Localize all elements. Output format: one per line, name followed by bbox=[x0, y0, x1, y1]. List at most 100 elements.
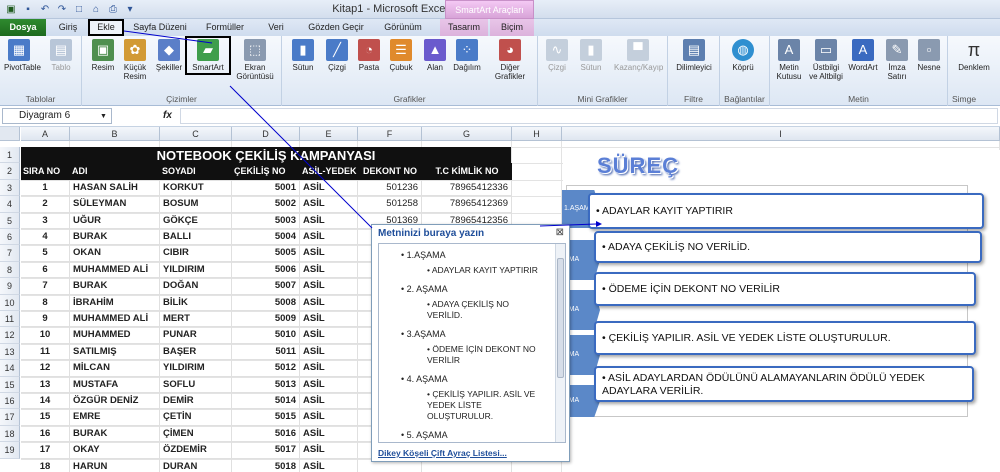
table-cell[interactable]: ASİL bbox=[300, 196, 358, 213]
smartart-button[interactable]: ▰ SmartArt bbox=[185, 36, 231, 75]
textbox-button[interactable]: A Metin Kutusu bbox=[774, 39, 804, 81]
select-all-corner[interactable] bbox=[0, 127, 20, 141]
table-cell[interactable]: EMRE bbox=[70, 409, 160, 426]
table-cell[interactable]: 5011 bbox=[232, 343, 300, 361]
table-cell[interactable]: PUNAR bbox=[160, 327, 232, 344]
table-cell[interactable]: ASİL bbox=[300, 311, 358, 328]
table-cell[interactable]: 5012 bbox=[232, 360, 300, 377]
smartart-heading[interactable]: SÜREÇ bbox=[597, 153, 679, 179]
column-header-e[interactable]: E bbox=[300, 127, 358, 141]
area-chart-button[interactable]: ▲ Alan bbox=[420, 39, 450, 72]
name-box[interactable]: Diyagram 6 bbox=[2, 108, 112, 124]
table-cell[interactable]: 5001 bbox=[232, 179, 300, 197]
column-header-d[interactable]: D bbox=[232, 127, 300, 141]
equation-button[interactable]: π Denklem bbox=[954, 39, 994, 72]
row-header-9[interactable]: 9 bbox=[0, 278, 20, 295]
table-cell[interactable]: 5015 bbox=[232, 409, 300, 426]
table-cell[interactable]: ASİL bbox=[300, 343, 358, 361]
table-cell[interactable]: 11 bbox=[21, 343, 70, 361]
table-cell[interactable]: MUHAMMED ALİ bbox=[70, 261, 160, 279]
column-header-i[interactable]: I bbox=[562, 127, 1000, 141]
row-header-3[interactable]: 3 bbox=[0, 179, 20, 197]
smartart-text-pane[interactable]: Metninizi buraya yazın ⊠ • 1.AŞAMA • ADAY… bbox=[371, 224, 570, 462]
table-cell[interactable]: ÖZGÜR DENİZ bbox=[70, 393, 160, 410]
row-header-12[interactable]: 12 bbox=[0, 327, 20, 344]
row-header-11[interactable]: 11 bbox=[0, 311, 20, 328]
table-cell[interactable]: HASAN SALİH bbox=[70, 179, 160, 197]
table-cell[interactable]: 5007 bbox=[232, 278, 300, 295]
table-cell[interactable]: 5014 bbox=[232, 393, 300, 410]
close-icon[interactable]: ⊠ bbox=[556, 227, 564, 238]
text-pane-scrollbar[interactable] bbox=[555, 244, 565, 442]
fx-icon[interactable]: fx bbox=[163, 110, 172, 121]
table-cell[interactable]: 5013 bbox=[232, 376, 300, 393]
shapes-button[interactable]: ◆ Şekiller bbox=[154, 39, 184, 72]
table-cell[interactable]: 5004 bbox=[232, 229, 300, 246]
table-cell[interactable]: 5017 bbox=[232, 442, 300, 459]
text-pane-level2-item[interactable]: • ADAYA ÇEKİLİŞ NO VERİLİD. bbox=[427, 299, 545, 321]
table-cell[interactable]: ASİL bbox=[300, 376, 358, 393]
row-header-10[interactable]: 10 bbox=[0, 294, 20, 311]
text-pane-level1-item[interactable]: • 3.AŞAMA bbox=[401, 329, 446, 339]
table-cell[interactable]: 5018 bbox=[232, 458, 300, 472]
table-cell[interactable]: UĞUR bbox=[70, 212, 160, 229]
table-cell[interactable]: ASİL bbox=[300, 442, 358, 459]
row-header-19[interactable]: 19 bbox=[0, 442, 20, 459]
text-pane-level2-item[interactable]: • ÇEKİLİŞ YAPILIR. ASİL VE YEDEK LİSTE O… bbox=[427, 389, 545, 422]
table-cell[interactable]: ASİL bbox=[300, 179, 358, 197]
smartart-step-box[interactable]: • ÇEKİLİŞ YAPILIR. ASİL VE YEDEK LİSTE O… bbox=[594, 321, 976, 355]
text-pane-level2-item[interactable]: • ADAYLAR KAYIT YAPTIRIR bbox=[427, 265, 545, 276]
row-header-5[interactable]: 5 bbox=[0, 212, 20, 229]
table-cell[interactable]: İBRAHİM bbox=[70, 294, 160, 311]
tab-format[interactable]: Biçim bbox=[490, 19, 534, 36]
table-cell[interactable]: 3 bbox=[21, 212, 70, 229]
header-cell[interactable]: T.C KİMLİK NO bbox=[422, 163, 512, 180]
table-cell[interactable]: ASİL bbox=[300, 425, 358, 443]
table-cell[interactable]: BİLİK bbox=[160, 294, 232, 311]
column-header-c[interactable]: C bbox=[160, 127, 232, 141]
sparkline-column-button[interactable]: ▮ Sütun bbox=[576, 39, 606, 72]
table-cell[interactable]: OKAN bbox=[70, 245, 160, 262]
tab-design[interactable]: Tasarım bbox=[440, 19, 488, 36]
header-cell[interactable]: SOYADI bbox=[160, 163, 232, 180]
scrollbar-thumb[interactable] bbox=[557, 258, 564, 378]
table-cell[interactable]: BURAK bbox=[70, 278, 160, 295]
hyperlink-button[interactable]: ◍ Köprü bbox=[728, 39, 758, 72]
picture-button[interactable]: ▣ Resim bbox=[88, 39, 118, 72]
table-cell[interactable]: DEMİR bbox=[160, 393, 232, 410]
text-pane-level2-item[interactable]: • ÖDEME İÇİN DEKONT NO VERİLİR bbox=[427, 344, 545, 366]
tab-formulas[interactable]: Formüller bbox=[196, 19, 254, 36]
formula-input[interactable] bbox=[180, 108, 998, 124]
table-cell[interactable]: 5 bbox=[21, 245, 70, 262]
header-cell[interactable]: ASİL-YEDEK bbox=[300, 163, 358, 180]
table-cell[interactable]: MUSTAFA bbox=[70, 376, 160, 393]
column-chart-button[interactable]: ▮ Sütun bbox=[288, 39, 318, 72]
table-cell[interactable]: 78965412369 bbox=[422, 196, 512, 213]
text-pane-list[interactable]: • 1.AŞAMA • ADAYLAR KAYIT YAPTIRIR • 2. AŞ… bbox=[378, 243, 566, 443]
other-charts-button[interactable]: ◕ Diğer Grafikler bbox=[492, 39, 528, 81]
table-cell[interactable]: MUHAMMED bbox=[70, 327, 160, 344]
table-cell[interactable]: 5016 bbox=[232, 425, 300, 443]
table-cell[interactable]: MİLCAN bbox=[70, 360, 160, 377]
header-cell[interactable]: ADI bbox=[70, 163, 160, 180]
slicer-button[interactable]: ▤ Dilimleyici bbox=[672, 39, 716, 72]
table-cell[interactable]: MUHAMMED ALİ bbox=[70, 311, 160, 328]
header-cell[interactable]: ÇEKİLİŞ NO bbox=[232, 163, 300, 180]
table-cell[interactable]: BALLI bbox=[160, 229, 232, 246]
tab-page-layout[interactable]: Sayfa Düzeni bbox=[128, 19, 192, 36]
table-cell[interactable]: ÇETİN bbox=[160, 409, 232, 426]
table-cell[interactable]: ASİL bbox=[300, 458, 358, 472]
table-cell[interactable]: ASİL bbox=[300, 278, 358, 295]
table-cell[interactable]: ÖZDEMİR bbox=[160, 442, 232, 459]
table-cell[interactable]: 1 bbox=[21, 179, 70, 197]
tab-home[interactable]: Giriş bbox=[50, 19, 86, 36]
tab-review[interactable]: Gözden Geçir bbox=[300, 19, 372, 36]
table-cell[interactable]: 5005 bbox=[232, 245, 300, 262]
smartart-step-box[interactable]: • ASİL ADAYLARDAN ÖDÜLÜNÜ ALAMAYANLARIN … bbox=[594, 366, 974, 402]
signature-line-button[interactable]: ✎ İmza Satırı bbox=[882, 39, 912, 81]
name-box-dropdown-icon[interactable]: ▼ bbox=[100, 113, 107, 120]
table-cell[interactable]: YILDIRIM bbox=[160, 261, 232, 279]
pivottable-button[interactable]: ▦ PivotTable bbox=[4, 39, 41, 72]
row-header-16[interactable]: 16 bbox=[0, 393, 20, 410]
pie-chart-button[interactable]: ◔ Pasta bbox=[354, 39, 384, 72]
